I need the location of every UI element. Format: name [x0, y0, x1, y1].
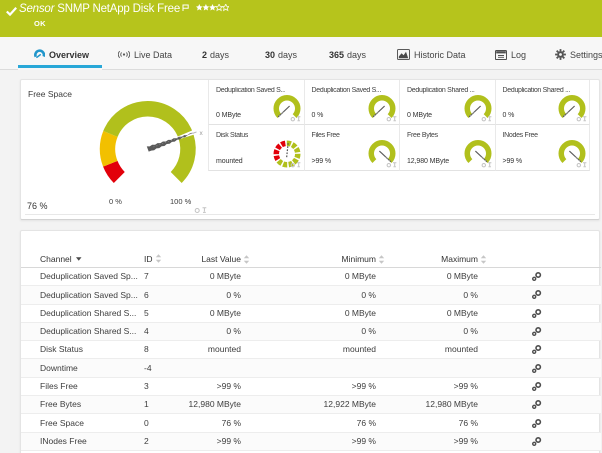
svg-text:x: x	[200, 130, 204, 137]
